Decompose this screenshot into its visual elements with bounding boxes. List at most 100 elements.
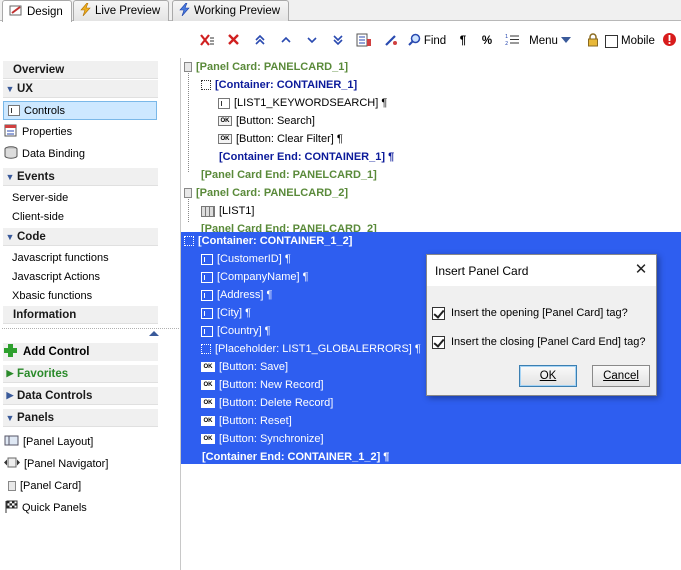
nav-item-quick-panels[interactable]: Quick Panels <box>4 500 87 516</box>
add-control-button[interactable]: Add Control <box>3 343 158 361</box>
nav-item-controls[interactable]: Controls <box>3 101 157 120</box>
controls-label: Controls <box>24 105 65 117</box>
editor-line-button-search[interactable]: OK [Button: Search] <box>218 112 315 130</box>
editor-line-panelcard-1-end[interactable]: [Panel Card End: PANELCARD_1] <box>201 166 377 184</box>
nav-item-panel-card[interactable]: [Panel Card] <box>8 478 81 494</box>
left-navigation-panel: Overview ▼ UX Controls Properties Data B… <box>0 58 181 570</box>
container-1-2-tag: [Container: CONTAINER_1_2] <box>198 235 352 247</box>
editor-line-keywordsearch[interactable]: [LIST1_KEYWORDSEARCH] ¶ <box>218 94 387 112</box>
editor-line-list1[interactable]: [LIST1] <box>201 202 254 220</box>
section-data-controls[interactable]: ▶ Data Controls <box>3 387 158 405</box>
editor-line-city[interactable]: [City] ¶ <box>201 304 251 322</box>
cancel-button[interactable]: Cancel <box>592 365 650 387</box>
editor-line-button-save[interactable]: OK [Button: Save] <box>201 358 288 376</box>
section-overview[interactable]: Overview <box>3 61 158 79</box>
textbox-icon <box>201 290 213 301</box>
find-button[interactable]: Find <box>405 30 449 52</box>
data-binding-label: Data Binding <box>22 148 85 160</box>
close-icon[interactable]: ✕ <box>632 261 650 279</box>
container-1-end-tag: [Container End: CONTAINER_1] ¶ <box>219 151 394 163</box>
section-events[interactable]: ▼ Events <box>3 168 158 186</box>
delete-button[interactable] <box>222 30 244 52</box>
panel-card-icon <box>184 62 192 72</box>
editor-line-placeholder[interactable]: [Placeholder: LIST1_GLOBALERRORS] ¶ <box>201 340 421 358</box>
controls-icon <box>8 105 20 116</box>
section-panels[interactable]: ▼ Panels <box>3 409 158 427</box>
favorites-label: Favorites <box>17 368 68 380</box>
editor-line-country[interactable]: [Country] ¶ <box>201 322 271 340</box>
editor-line-button-clear-filter[interactable]: OK [Button: Clear Filter] ¶ <box>218 130 343 148</box>
editor-line-panelcard-2[interactable]: [Panel Card: PANELCARD_2] <box>184 184 348 202</box>
dialog-title-bar[interactable]: Insert Panel Card <box>427 255 656 286</box>
editor-line-button-new-record[interactable]: OK [Button: New Record] <box>201 376 324 394</box>
section-information[interactable]: Information <box>3 306 158 324</box>
nav-item-properties[interactable]: Properties <box>4 124 72 140</box>
nav-item-panel-navigator[interactable]: [Panel Navigator] <box>4 456 108 472</box>
move-down-button[interactable] <box>301 30 323 52</box>
lightning-blue-icon <box>179 3 190 19</box>
ok-button[interactable]: OK <box>519 365 577 387</box>
properties-grid-button[interactable] <box>353 30 375 52</box>
section-favorites[interactable]: ▶ Favorites <box>3 365 158 383</box>
nav-item-server-side[interactable]: Server-side <box>12 190 68 206</box>
nav-item-xbasic-functions[interactable]: Xbasic functions <box>12 288 92 304</box>
editor-line-companyname[interactable]: [CompanyName] ¶ <box>201 268 309 286</box>
panel-card-icon <box>8 481 16 491</box>
editor-line-container-1[interactable]: [Container: CONTAINER_1] <box>201 76 357 94</box>
textbox-icon <box>201 272 213 283</box>
option-opening-tag[interactable]: Insert the opening [Panel Card] tag? <box>432 305 628 321</box>
editor-line-button-synchronize[interactable]: OK [Button: Synchronize] <box>201 430 324 448</box>
add-control-label: Add Control <box>23 346 89 358</box>
section-code[interactable]: ▼ Code <box>3 228 158 246</box>
triangle-down-icon: ▼ <box>3 413 17 423</box>
opening-tag-checkbox[interactable] <box>432 307 445 320</box>
tab-working-preview[interactable]: Working Preview <box>172 0 289 21</box>
editor-line-container-1-end[interactable]: [Container End: CONTAINER_1] ¶ <box>219 148 394 166</box>
address-tag: [Address] ¶ <box>217 289 272 301</box>
tab-live-preview[interactable]: Live Preview <box>73 0 169 21</box>
editor-line-container-1-2[interactable]: [Container: CONTAINER_1_2] <box>184 232 352 250</box>
xbasic-functions-label: Xbasic functions <box>12 290 92 302</box>
nav-item-panel-layout[interactable]: [Panel Layout] <box>4 434 93 450</box>
editor-line-button-reset[interactable]: OK [Button: Reset] <box>201 412 292 430</box>
menu-dropdown[interactable]: Menu <box>527 30 573 52</box>
button-save-tag: [Button: Save] <box>219 361 288 373</box>
numbered-list-button[interactable]: 12 <box>501 30 523 52</box>
find-label: Find <box>424 35 446 47</box>
button-icon: OK <box>201 398 215 408</box>
editor-line-customerid[interactable]: [CustomerID] ¶ <box>201 250 291 268</box>
edit-style-button[interactable] <box>379 30 401 52</box>
tab-design[interactable]: Design <box>2 0 72 22</box>
collapse-button[interactable] <box>148 328 160 338</box>
error-button[interactable] <box>660 30 678 52</box>
button-delete-record-tag: [Button: Delete Record] <box>219 397 333 409</box>
panel-layout-label: [Panel Layout] <box>23 436 93 448</box>
double-chevron-down-icon <box>332 34 344 49</box>
city-tag: [City] ¶ <box>217 307 251 319</box>
plus-icon <box>3 343 18 361</box>
list-grid-icon <box>201 206 215 217</box>
closing-tag-checkbox[interactable] <box>432 336 445 349</box>
button-icon: OK <box>201 416 215 426</box>
editor-line-panelcard-1[interactable]: [Panel Card: PANELCARD_1] <box>184 58 348 76</box>
editor-line-button-delete-record[interactable]: OK [Button: Delete Record] <box>201 394 333 412</box>
nav-item-client-side[interactable]: Client-side <box>12 209 64 225</box>
section-ux[interactable]: ▼ UX <box>3 80 158 98</box>
option-closing-tag[interactable]: Insert the closing [Panel Card End] tag? <box>432 334 645 350</box>
editor-line-container-1-2-end[interactable]: [Container End: CONTAINER_1_2] ¶ <box>202 448 389 466</box>
move-up-button[interactable] <box>275 30 297 52</box>
delete-multiple-button[interactable] <box>196 30 218 52</box>
cancel-label: Cancel <box>603 370 639 382</box>
panelcard-1-end-tag: [Panel Card End: PANELCARD_1] <box>201 169 377 181</box>
nav-item-data-binding[interactable]: Data Binding <box>4 146 85 162</box>
move-to-top-button[interactable] <box>249 30 271 52</box>
show-paragraph-marks-button[interactable]: ¶ <box>453 30 473 52</box>
nav-item-javascript-actions[interactable]: Javascript Actions <box>12 269 100 285</box>
move-to-bottom-button[interactable] <box>327 30 349 52</box>
mobile-toggle[interactable]: Mobile <box>605 30 657 52</box>
editor-line-address[interactable]: [Address] ¶ <box>201 286 272 304</box>
nav-item-javascript-functions[interactable]: Javascript functions <box>12 250 109 266</box>
mobile-checkbox[interactable] <box>605 35 618 48</box>
lock-button[interactable] <box>585 30 601 52</box>
percent-button[interactable]: % <box>477 30 497 52</box>
